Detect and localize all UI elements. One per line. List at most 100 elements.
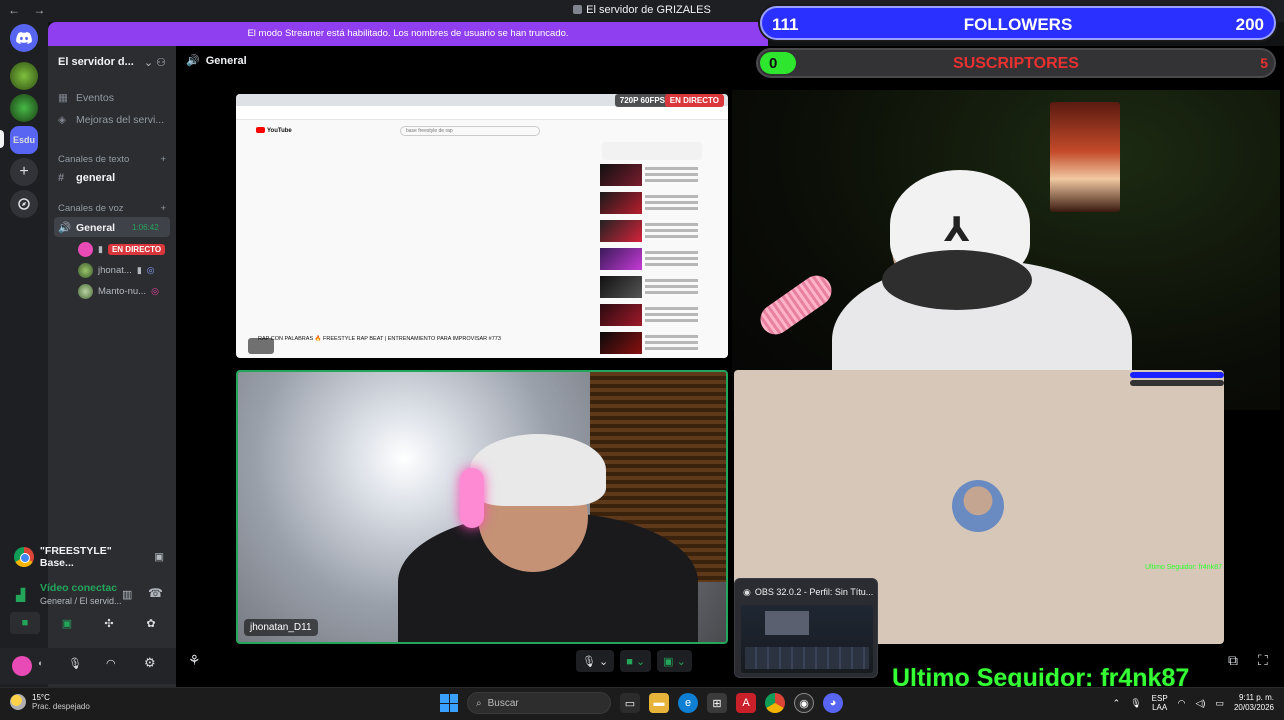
avatar: [78, 284, 93, 299]
windows-start-icon[interactable]: [440, 694, 458, 712]
ny-logo: ⅄: [944, 210, 970, 250]
voice-user-name: jhonat...: [98, 265, 132, 276]
volume-icon[interactable]: ◁): [1196, 698, 1206, 709]
mini-last-follower: Ultimo Seguidor: fr4nk87: [1144, 564, 1222, 571]
add-server-icon[interactable]: +: [10, 158, 38, 186]
webcam-tile-jhonatan[interactable]: jhonatan_D11: [236, 370, 728, 644]
microphone-icon[interactable]: 🎙: [1130, 698, 1141, 709]
voice-user-manto[interactable]: Manto-nu... ◎: [78, 284, 159, 299]
voice-user-streamer[interactable]: ▮ EN DIRECTO: [78, 242, 166, 257]
headphones-icon[interactable]: ◠: [106, 657, 116, 670]
screen-share-icon[interactable]: ▣: [154, 551, 164, 563]
subscribers-goal: 5: [1260, 55, 1268, 71]
list-item: [600, 332, 704, 358]
subscribers-label: SUSCRIPTORES: [953, 55, 1079, 72]
discord-icon[interactable]: ◕: [823, 693, 843, 713]
obs-icon[interactable]: ◉: [794, 693, 814, 713]
app-root: ← → El servidor de GRIZALES El modo Stre…: [0, 0, 1284, 720]
streamer-mode-banner: El modo Streamer está habilitado. Los no…: [48, 22, 768, 46]
sidebar-item-events[interactable]: ▦ Eventos: [58, 92, 114, 104]
popout-icon[interactable]: ⧉: [1228, 652, 1238, 669]
activities-button[interactable]: ✣: [94, 612, 124, 634]
camera-button[interactable]: ■ ⌄: [620, 650, 652, 672]
sidebar-item-boosts[interactable]: ◈ Mejoras del servi...: [58, 114, 164, 126]
taskbar-search[interactable]: ⌕ Buscar: [467, 692, 611, 714]
channel-title: General: [205, 55, 247, 67]
call-area: 🔊 General YouTube base freestyle de rap R…: [176, 46, 1284, 687]
participant-name-tag: jhonatan_D11: [244, 619, 318, 636]
add-channel-icon[interactable]: +: [160, 203, 166, 214]
screen-share-button[interactable]: ▣ ⌄: [657, 650, 692, 672]
invite-icon[interactable]: ⌄ ⚇: [144, 56, 166, 78]
list-item: [600, 304, 704, 330]
channel-general-text[interactable]: # general: [58, 172, 115, 184]
camera-icon: ▮: [136, 265, 142, 275]
list-item: [600, 220, 704, 246]
voice-channels-category[interactable]: Canales de voz +: [58, 203, 166, 214]
microphone-icon[interactable]: 🎙: [68, 657, 82, 670]
sidebar-item-label: Eventos: [76, 92, 114, 104]
chat-bubble-icon[interactable]: [248, 338, 274, 354]
active-server-pill: [0, 130, 4, 148]
store-icon[interactable]: ⊞: [707, 693, 727, 713]
youtube-recommendations: [600, 164, 704, 354]
live-badge: EN DIRECTO: [664, 94, 724, 107]
add-channel-icon[interactable]: +: [160, 154, 166, 165]
subscribers-goal-overlay: 0 SUSCRIPTORES 5: [756, 48, 1276, 78]
server-header[interactable]: El servidor d... ⌄ ⚇: [48, 46, 176, 78]
avatar[interactable]: [12, 656, 32, 676]
wifi-icon[interactable]: ◠: [1178, 698, 1186, 709]
boost-icon: ◈: [58, 114, 67, 126]
activity-launcher-icon[interactable]: ⚘: [188, 652, 201, 669]
activity-card[interactable]: "FREESTYLE" Base... ▣: [14, 540, 164, 574]
followers-goal-overlay: 111 FOLLOWERS 200: [760, 6, 1276, 40]
weather-widget[interactable]: 15°C Prac. despejado: [10, 693, 90, 711]
webcam-tile-host[interactable]: ⅄: [732, 90, 1280, 410]
language-indicator[interactable]: ESP LAA: [1152, 694, 1168, 712]
microphone-button[interactable]: 🎙 ⌄: [576, 650, 615, 672]
youtube-logo: YouTube: [256, 127, 292, 134]
server-icon: [573, 5, 583, 14]
server-avatar-active[interactable]: Esdu: [10, 126, 38, 154]
weather-temp: 15°C: [32, 693, 50, 702]
soundboard-icon[interactable]: ▥: [122, 588, 132, 601]
server-avatar-1[interactable]: [10, 62, 38, 90]
gear-icon[interactable]: ⚙: [144, 655, 156, 671]
edge-icon[interactable]: e: [678, 693, 698, 713]
server-avatar-2[interactable]: [10, 94, 38, 122]
discover-icon[interactable]: [10, 190, 38, 218]
chrome-icon: [14, 547, 34, 567]
cap-brim: [882, 250, 1032, 310]
signal-icon[interactable]: ▟: [16, 588, 25, 602]
fullscreen-icon[interactable]: ⛶: [1258, 652, 1268, 669]
voice-user-jhonatan[interactable]: jhonat... ▮ ◎: [78, 263, 155, 278]
text-channels-category[interactable]: Canales de texto +: [58, 154, 166, 165]
language-code: ESP: [1151, 694, 1168, 703]
chevron-up-icon[interactable]: ⌃: [1113, 698, 1121, 709]
server-name: El servidor d...: [58, 56, 134, 68]
user-status-icon[interactable]: ◐: [38, 658, 43, 668]
chrome-icon[interactable]: [765, 693, 785, 713]
discord-home-icon[interactable]: [10, 24, 38, 52]
clock[interactable]: 9:11 p. m. 20/03/2026: [1234, 693, 1274, 713]
file-explorer-icon[interactable]: ▬: [649, 693, 669, 713]
adobe-icon[interactable]: A: [736, 693, 756, 713]
stream-tile[interactable]: YouTube base freestyle de rap RAP CON PA…: [236, 94, 728, 358]
battery-icon[interactable]: ▭: [1215, 698, 1224, 709]
list-item: [600, 192, 704, 218]
disconnect-icon[interactable]: ☎: [148, 586, 163, 600]
clock-date: 20/03/2026: [1233, 703, 1274, 712]
taskbar-apps: ⌕ Buscar ▭ ▬ e ⊞ A ◉ ◕: [440, 692, 843, 714]
mini-overlay-bars: [1130, 372, 1224, 390]
activity-label: "FREESTYLE" Base...: [39, 545, 112, 569]
language-layout: LAA: [1152, 703, 1168, 712]
voice-location[interactable]: General / El servid...: [40, 596, 122, 606]
task-view-icon[interactable]: ▭: [620, 693, 640, 713]
camera-toggle-button[interactable]: ■: [10, 612, 40, 634]
category-label: Canales de voz: [58, 203, 124, 214]
screen-share-button[interactable]: ▣: [52, 612, 82, 634]
obs-taskbar-preview[interactable]: OBS 32.0.2 - Perfil: Sin Títu...: [734, 578, 878, 678]
soundboard-button[interactable]: ✿: [136, 612, 166, 634]
microphone-prop: [754, 269, 838, 341]
window-title-text: El servidor de GRIZALES: [586, 4, 711, 16]
